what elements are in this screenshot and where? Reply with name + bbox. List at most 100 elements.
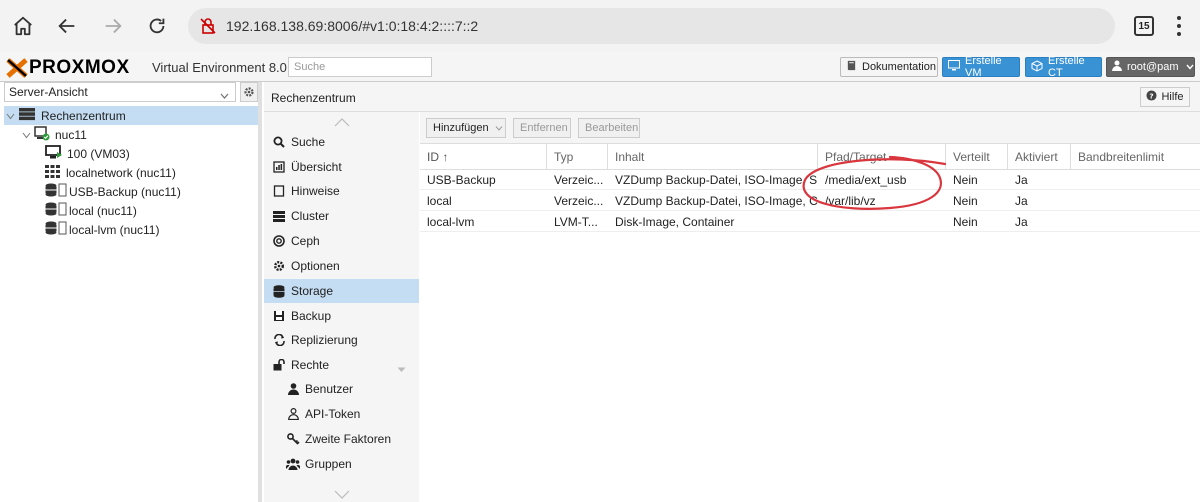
nav-item-second-factors[interactable]: Zweite Faktoren (264, 427, 419, 451)
cell-id: local-lvm (427, 214, 475, 229)
home-icon[interactable] (8, 11, 38, 41)
tree-item-network[interactable]: localnetwork (nuc11) (4, 163, 258, 182)
cell-path: /media/ext_usb (825, 172, 907, 187)
edit-button[interactable]: Bearbeiten (578, 118, 640, 138)
column-header-shared[interactable]: Verteilt (946, 144, 1008, 170)
resource-tree-panel: Server-Ansicht Rechenzentrum nuc11 100 (… (0, 82, 262, 502)
address-bar[interactable]: 192.168.138.69:8006/#v1:0:18:4:2::::7::2 (188, 8, 1115, 44)
documentation-button[interactable]: Dokumentation (840, 57, 938, 77)
chevron-down-icon (1185, 61, 1194, 73)
cell-content: Disk-Image, Container (615, 214, 735, 229)
chevron-down-icon[interactable] (397, 362, 406, 376)
storage-toolbar: Hinzufügen Entfernen Bearbeiten (420, 112, 1200, 144)
nav-item-summary[interactable]: Übersicht (264, 155, 419, 179)
backup-icon (272, 309, 286, 323)
scroll-down-icon[interactable] (334, 488, 350, 502)
nav-item-backup[interactable]: Backup (264, 304, 419, 328)
column-header-content[interactable]: Inhalt (608, 144, 818, 170)
nav-item-permissions[interactable]: Rechte (264, 353, 419, 377)
column-header-id[interactable]: ID ↑ (420, 144, 547, 170)
user-menu-button[interactable]: root@pam (1106, 57, 1195, 77)
cell-enabled: Ja (1015, 172, 1028, 187)
column-header-type[interactable]: Typ (547, 144, 608, 170)
database-icon (272, 284, 286, 298)
proxmox-logo: PROXMOX (6, 57, 130, 79)
tree-item-vm[interactable]: 100 (VM03) (4, 144, 258, 163)
browser-toolbar: 192.168.138.69:8006/#v1:0:18:4:2::::7::2… (0, 0, 1200, 52)
nav-item-replication[interactable]: Replizierung (264, 328, 419, 352)
view-select[interactable]: Server-Ansicht (4, 82, 236, 102)
column-header-enabled[interactable]: Aktiviert (1008, 144, 1071, 170)
nav-item-api-token[interactable]: API-Token (264, 402, 419, 426)
nav-item-notes[interactable]: Hinweise (264, 179, 419, 203)
group-icon (286, 457, 300, 471)
cell-type: Verzeic... (554, 172, 604, 187)
column-header-path[interactable]: Pfad/Target (818, 144, 946, 170)
table-row[interactable]: USB-Backup Verzeic... VZDump Backup-Date… (420, 169, 1200, 190)
ceph-icon (272, 234, 286, 248)
nav-item-users[interactable]: Benutzer (264, 377, 419, 401)
tree-item-node[interactable]: nuc11 (4, 125, 258, 144)
cell-id: USB-Backup (427, 172, 496, 187)
nav-item-cluster[interactable]: Cluster (264, 204, 419, 228)
search-input[interactable]: Suche (288, 57, 432, 77)
cluster-icon (272, 209, 286, 223)
monitor-icon (948, 60, 960, 74)
scroll-up-icon[interactable] (334, 116, 350, 130)
reload-icon[interactable] (142, 11, 172, 41)
key-icon (286, 432, 300, 446)
tree-item-storage-local[interactable]: local (nuc11) (4, 201, 258, 220)
gear-icon (272, 259, 286, 273)
nav-item-groups[interactable]: Gruppen (264, 452, 419, 476)
grid-header: ID ↑ Typ Inhalt Pfad/Target Verteilt Akt… (420, 144, 1200, 170)
tree-item-storage-usb-backup[interactable]: USB-Backup (nuc11) (4, 182, 258, 201)
cell-path: /var/lib/vz (825, 193, 876, 208)
vm-icon (45, 144, 63, 163)
add-button[interactable]: Hinzufügen (426, 118, 506, 138)
create-vm-button[interactable]: Erstelle VM (942, 55, 1020, 79)
nav-item-search[interactable]: Suche (264, 130, 419, 154)
cell-id: local (427, 193, 452, 208)
search-icon (272, 135, 286, 149)
cube-icon (1031, 59, 1043, 75)
table-row[interactable]: local Verzeic... VZDump Backup-Datei, IS… (420, 190, 1200, 211)
collapse-caret-icon[interactable] (22, 128, 32, 142)
url-text: 192.168.138.69:8006/#v1:0:18:4:2::::7::2 (226, 18, 479, 34)
collapse-caret-icon[interactable] (6, 109, 16, 123)
svg-text:?: ? (1150, 91, 1154, 100)
table-row[interactable]: local-lvm LVM-T... Disk-Image, Container… (420, 211, 1200, 232)
cell-content: VZDump Backup-Datei, ISO-Image, S... (615, 172, 818, 187)
gear-icon[interactable] (240, 82, 258, 102)
forward-arrow-icon[interactable] (98, 11, 128, 41)
question-circle-icon: ? (1146, 90, 1158, 104)
insecure-lock-icon (198, 16, 218, 36)
help-button[interactable]: ? Hilfe (1140, 87, 1190, 107)
remove-button[interactable]: Entfernen (513, 118, 571, 138)
node-icon (34, 125, 50, 144)
back-arrow-icon[interactable] (52, 11, 82, 41)
logo-text: PROXMOX (29, 57, 130, 78)
storage-icon (45, 202, 67, 219)
cell-type: Verzeic... (554, 193, 604, 208)
tree-item-storage-local-lvm[interactable]: local-lvm (nuc11) (4, 220, 258, 239)
cell-shared: Nein (953, 172, 978, 187)
cell-shared: Nein (953, 193, 978, 208)
nav-item-options[interactable]: Optionen (264, 254, 419, 278)
column-header-bandwidth[interactable]: Bandbreitenlimit (1071, 144, 1196, 170)
chevron-down-icon (220, 88, 229, 102)
cell-path (818, 211, 946, 232)
tab-count-button[interactable]: 15 (1134, 16, 1154, 36)
unlock-icon (272, 358, 286, 372)
token-icon (286, 407, 300, 421)
storage-panel: Hinzufügen Entfernen Bearbeiten ID ↑ Typ… (420, 112, 1200, 502)
replication-icon (272, 333, 286, 347)
chevron-down-icon (495, 122, 503, 134)
browser-menu-icon[interactable] (1176, 14, 1182, 38)
storage-icon (45, 221, 67, 238)
tree-item-datacenter[interactable]: Rechenzentrum (4, 106, 258, 125)
nav-item-ceph[interactable]: Ceph (264, 229, 419, 253)
nav-item-storage[interactable]: Storage (264, 279, 419, 303)
user-icon (286, 382, 300, 396)
page-title: Rechenzentrum (271, 91, 356, 105)
create-ct-button[interactable]: Erstelle CT (1025, 55, 1102, 79)
